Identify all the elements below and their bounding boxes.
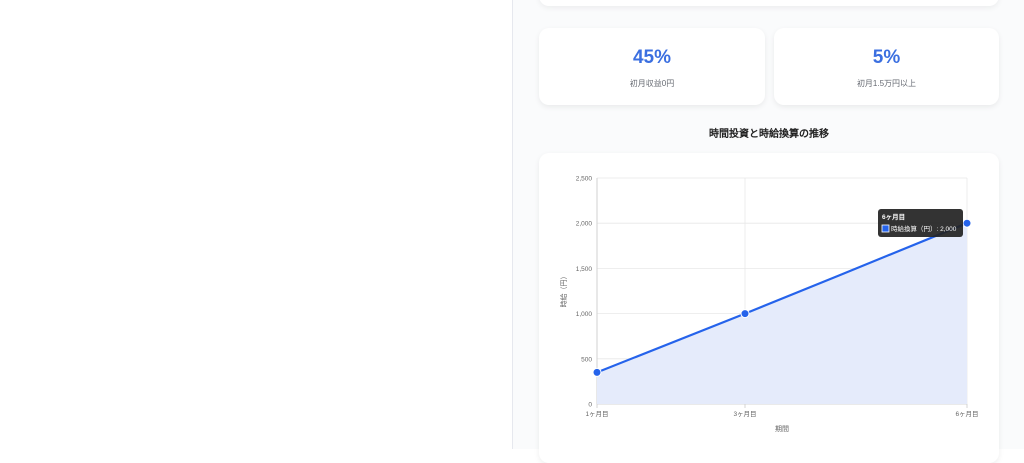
data-point xyxy=(962,218,972,228)
tooltip-swatch xyxy=(881,224,890,233)
y-axis-label: 時給（円） xyxy=(559,273,568,308)
y-tick-label: 0 xyxy=(588,402,592,409)
y-tick-label: 2,500 xyxy=(576,176,593,183)
y-tick-label: 500 xyxy=(581,356,592,363)
x-tick-label: 1ヶ月目 xyxy=(585,410,608,418)
x-axis-label: 期間 xyxy=(775,425,789,433)
x-tick-label: 3ヶ月目 xyxy=(733,410,756,418)
data-point xyxy=(740,309,750,319)
data-point xyxy=(592,367,602,377)
y-tick-label: 1,000 xyxy=(576,311,593,318)
tooltip-title: 6ヶ月目 xyxy=(882,213,905,221)
chart-tooltip: 6ヶ月目 時給換算（円）: 2,000 xyxy=(878,209,963,237)
hourly-wage-chart[interactable]: 0 500 1,000 1,500 2,000 2,500 1ヶ月目 3ヶ月目 6ヶ月目 時給（… xyxy=(0,0,1024,449)
tooltip-text: 時給換算（円）: 2,000 xyxy=(891,224,957,233)
y-tick-label: 1,500 xyxy=(576,266,593,273)
y-tick-label: 2,000 xyxy=(576,221,593,228)
x-tick-label: 6ヶ月目 xyxy=(955,410,978,418)
